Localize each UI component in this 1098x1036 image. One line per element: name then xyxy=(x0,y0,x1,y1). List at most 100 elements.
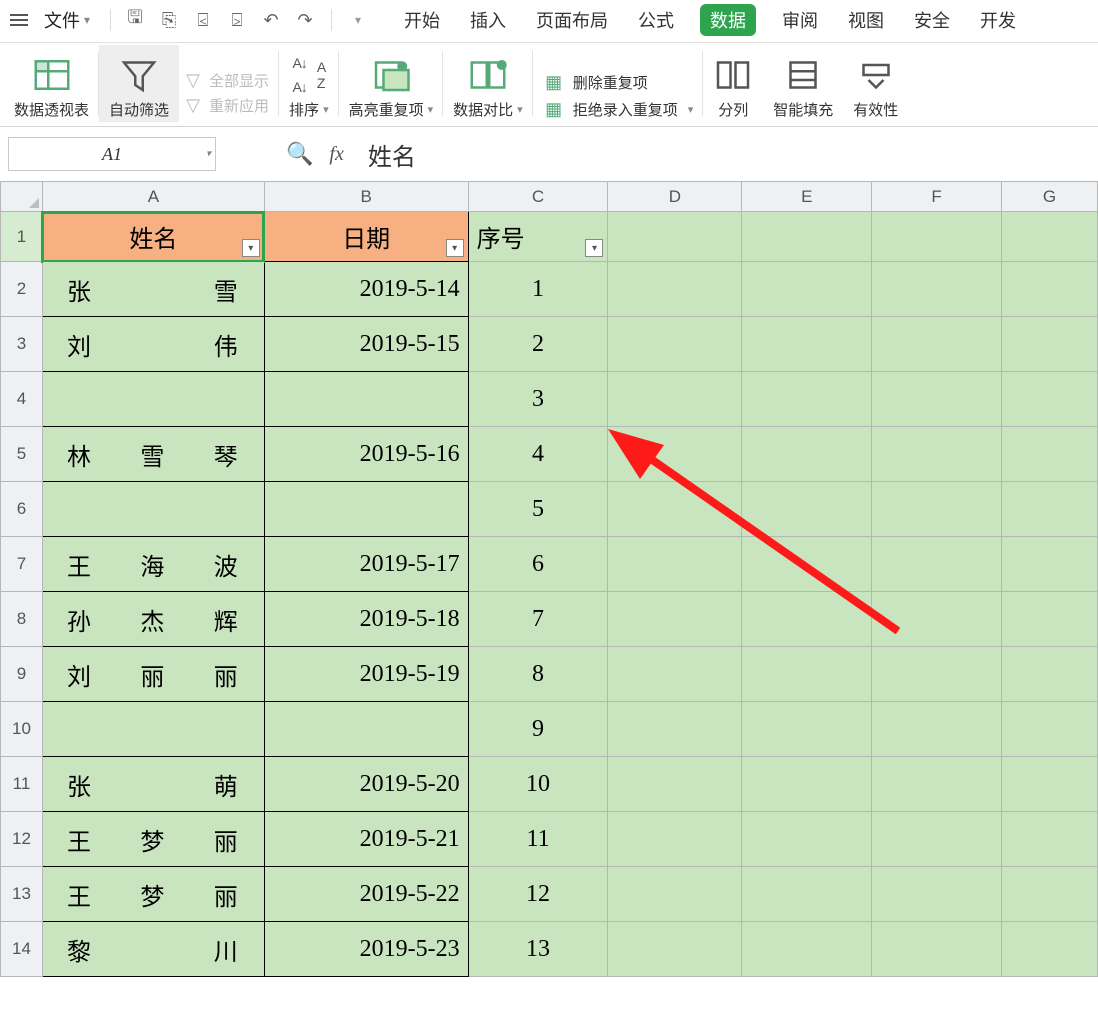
cell-A11[interactable]: 张萌 xyxy=(42,757,264,812)
cell-F5[interactable] xyxy=(872,427,1002,482)
cell-E13[interactable] xyxy=(742,867,872,922)
cell-C11[interactable]: 10 xyxy=(468,757,608,812)
cell-F9[interactable] xyxy=(872,647,1002,702)
print-icon[interactable]: ⎘ xyxy=(157,8,181,32)
cell-C7[interactable]: 6 xyxy=(468,537,608,592)
cell-D7[interactable] xyxy=(608,537,742,592)
cell-G7[interactable] xyxy=(1002,537,1098,592)
cell-F11[interactable] xyxy=(872,757,1002,812)
row-header[interactable]: 14 xyxy=(1,922,43,977)
cell-B6[interactable] xyxy=(264,482,468,537)
tab-data[interactable]: 数据 xyxy=(700,4,756,36)
cell-E5[interactable] xyxy=(742,427,872,482)
cell-D5[interactable] xyxy=(608,427,742,482)
cell-F13[interactable] xyxy=(872,867,1002,922)
cell-E11[interactable] xyxy=(742,757,872,812)
cell-A10[interactable] xyxy=(42,702,264,757)
cell-D3[interactable] xyxy=(608,317,742,372)
cell-A5[interactable]: 林雪琴 xyxy=(42,427,264,482)
cell-B12[interactable]: 2019-5-21 xyxy=(264,812,468,867)
cell-B14[interactable]: 2019-5-23 xyxy=(264,922,468,977)
cell-E7[interactable] xyxy=(742,537,872,592)
data-compare-button[interactable]: 数据对比▾ xyxy=(443,45,533,122)
cell-D11[interactable] xyxy=(608,757,742,812)
cell-G1[interactable] xyxy=(1002,212,1098,262)
cell-G12[interactable] xyxy=(1002,812,1098,867)
cell-B9[interactable]: 2019-5-19 xyxy=(264,647,468,702)
row-header[interactable]: 2 xyxy=(1,262,43,317)
sort-asc-button[interactable]: A↓A↓ xyxy=(292,55,306,95)
formula-input[interactable]: 姓名 xyxy=(358,137,1090,171)
cell-C14[interactable]: 13 xyxy=(468,922,608,977)
cell-E3[interactable] xyxy=(742,317,872,372)
sort-desc-button[interactable]: AZ xyxy=(317,59,325,91)
tab-layout[interactable]: 页面布局 xyxy=(532,5,612,35)
cell-E2[interactable] xyxy=(742,262,872,317)
cell-D13[interactable] xyxy=(608,867,742,922)
preview-icon[interactable]: ⍃ xyxy=(191,8,215,32)
row-header[interactable]: 12 xyxy=(1,812,43,867)
redo-icon[interactable]: ↷ xyxy=(293,8,317,32)
cell-D12[interactable] xyxy=(608,812,742,867)
cell-E4[interactable] xyxy=(742,372,872,427)
cell-B4[interactable] xyxy=(264,372,468,427)
cell-A13[interactable]: 王梦丽 xyxy=(42,867,264,922)
text-to-columns-button[interactable]: 分列 xyxy=(703,45,763,122)
col-header-D[interactable]: D xyxy=(608,182,742,212)
tab-developer[interactable]: 开发 xyxy=(976,5,1020,35)
row-header[interactable]: 4 xyxy=(1,372,43,427)
cell-D10[interactable] xyxy=(608,702,742,757)
cell-D9[interactable] xyxy=(608,647,742,702)
tab-security[interactable]: 安全 xyxy=(910,5,954,35)
cell-G13[interactable] xyxy=(1002,867,1098,922)
row-header[interactable]: 9 xyxy=(1,647,43,702)
cell-E14[interactable] xyxy=(742,922,872,977)
row-header[interactable]: 11 xyxy=(1,757,43,812)
cell-B1[interactable]: 日期 ▾ xyxy=(264,212,468,262)
cell-D2[interactable] xyxy=(608,262,742,317)
cell-C3[interactable]: 2 xyxy=(468,317,608,372)
cell-G4[interactable] xyxy=(1002,372,1098,427)
cell-G2[interactable] xyxy=(1002,262,1098,317)
cell-D8[interactable] xyxy=(608,592,742,647)
col-header-F[interactable]: F xyxy=(872,182,1002,212)
row-header[interactable]: 3 xyxy=(1,317,43,372)
validity-button[interactable]: 有效性 xyxy=(843,45,908,122)
cell-F3[interactable] xyxy=(872,317,1002,372)
cell-A2[interactable]: 张雪 xyxy=(42,262,264,317)
cell-G5[interactable] xyxy=(1002,427,1098,482)
cell-C10[interactable]: 9 xyxy=(468,702,608,757)
cell-F14[interactable] xyxy=(872,922,1002,977)
col-header-A[interactable]: A xyxy=(42,182,264,212)
cell-E10[interactable] xyxy=(742,702,872,757)
cell-A8[interactable]: 孙杰辉 xyxy=(42,592,264,647)
tab-insert[interactable]: 插入 xyxy=(466,5,510,35)
cell-F7[interactable] xyxy=(872,537,1002,592)
cell-A4[interactable] xyxy=(42,372,264,427)
cell-E1[interactable] xyxy=(742,212,872,262)
cell-C12[interactable]: 11 xyxy=(468,812,608,867)
cell-D6[interactable] xyxy=(608,482,742,537)
file-menu[interactable]: 文件 ▾ xyxy=(38,5,96,35)
cell-B13[interactable]: 2019-5-22 xyxy=(264,867,468,922)
name-box[interactable]: A1 ▾ xyxy=(8,137,216,171)
cell-C2[interactable]: 1 xyxy=(468,262,608,317)
cell-G11[interactable] xyxy=(1002,757,1098,812)
tab-review[interactable]: 审阅 xyxy=(778,5,822,35)
col-header-E[interactable]: E xyxy=(742,182,872,212)
cell-F6[interactable] xyxy=(872,482,1002,537)
cell-B2[interactable]: 2019-5-14 xyxy=(264,262,468,317)
highlight-dup-button[interactable]: 高亮重复项▾ xyxy=(339,45,444,122)
fx-icon[interactable]: fx xyxy=(329,143,343,166)
show-all-button[interactable]: ▽ 全部显示 xyxy=(183,70,269,91)
smart-fill-button[interactable]: 智能填充 xyxy=(763,45,843,122)
col-header-C[interactable]: C xyxy=(468,182,608,212)
tab-formula[interactable]: 公式 xyxy=(634,5,678,35)
autofilter-button[interactable]: 自动筛选 xyxy=(99,45,179,122)
cell-D4[interactable] xyxy=(608,372,742,427)
export-icon[interactable]: ⍄ xyxy=(225,8,249,32)
cell-F12[interactable] xyxy=(872,812,1002,867)
filter-dropdown-icon[interactable]: ▾ xyxy=(446,239,464,257)
cell-B10[interactable] xyxy=(264,702,468,757)
filter-dropdown-icon[interactable]: ▾ xyxy=(585,239,603,257)
